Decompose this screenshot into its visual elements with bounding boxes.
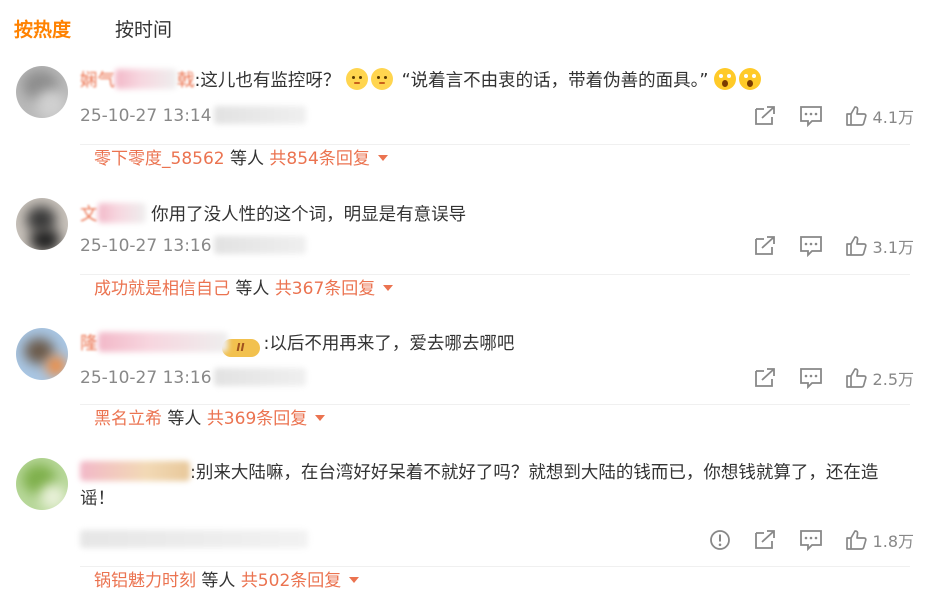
share-button[interactable] bbox=[753, 529, 777, 551]
reply-caret-icon[interactable] bbox=[315, 415, 326, 421]
location-blurred bbox=[213, 236, 306, 254]
share-icon bbox=[754, 530, 775, 549]
report-button[interactable] bbox=[709, 529, 731, 551]
comment-line: 文 你用了没人性的这个词，明显是有意误导 bbox=[80, 202, 466, 228]
view-replies-link[interactable]: 共854条回复 bbox=[269, 149, 369, 169]
tab-by-time[interactable]: 按时间 bbox=[115, 16, 172, 44]
timestamp: 25-10-27 13:14 bbox=[80, 106, 212, 126]
reply-summary: 锅铝魅力时刻 等人 共502条回复 bbox=[80, 566, 910, 591]
comment-meta: 25-10-27 13:16 bbox=[80, 366, 306, 390]
share-icon bbox=[754, 236, 775, 255]
like-icon bbox=[845, 368, 867, 388]
location-blurred bbox=[213, 368, 306, 386]
cat-emoji-icon bbox=[370, 68, 393, 90]
comment-line: 隆 II:以后不用再来了，爱去哪去哪吧 bbox=[80, 331, 514, 357]
like-button[interactable]: 1.8万 bbox=[845, 528, 914, 552]
username[interactable]: 隆 bbox=[80, 332, 228, 354]
view-replies-link[interactable]: 共502条回复 bbox=[241, 571, 341, 591]
comment-meta bbox=[80, 528, 308, 552]
comment-text: :以后不用再来了，爱去哪去哪吧 bbox=[263, 334, 515, 354]
cat-emoji-icon bbox=[345, 68, 368, 90]
comment-text: :别来大陆嘛，在台湾好好呆着不就好了吗？就想到大陆的钱而已，你想钱就算了，还在造… bbox=[80, 463, 879, 509]
comment-button[interactable] bbox=[799, 235, 823, 257]
reply-caret-icon[interactable] bbox=[377, 155, 388, 161]
comment-actions: 3.1万 bbox=[731, 233, 914, 259]
location-blurred bbox=[213, 106, 306, 124]
avatar[interactable] bbox=[16, 66, 68, 118]
sort-tabs: 按热度 按时间 bbox=[14, 16, 216, 44]
view-replies-link[interactable]: 共367条回复 bbox=[275, 279, 375, 299]
like-button[interactable]: 2.5万 bbox=[845, 366, 914, 390]
comment-line: :别来大陆嘛，在台湾好好呆着不就好了吗？就想到大陆的钱而已，你想钱就算了，还在造… bbox=[80, 460, 910, 512]
username[interactable]: 娴气戟 bbox=[80, 69, 195, 91]
comment-icon bbox=[799, 236, 822, 257]
scream-emoji-icon bbox=[714, 68, 737, 90]
view-replies-link[interactable]: 共369条回复 bbox=[207, 409, 307, 429]
avatar[interactable] bbox=[16, 458, 68, 510]
comment-actions: 4.1万 bbox=[731, 103, 914, 129]
like-count: 2.5万 bbox=[872, 370, 914, 389]
like-button[interactable]: 3.1万 bbox=[845, 234, 914, 258]
comment-quote: “说着言不由衷的话，带着伪善的面具。” bbox=[401, 71, 709, 91]
like-icon bbox=[845, 236, 867, 256]
username[interactable]: 文 bbox=[80, 203, 146, 225]
share-button[interactable] bbox=[753, 235, 777, 257]
username[interactable] bbox=[80, 461, 190, 483]
avatar[interactable] bbox=[16, 198, 68, 250]
comment-text: :这儿也有监控呀？ bbox=[194, 71, 341, 91]
comment-actions: 2.5万 bbox=[731, 365, 914, 391]
reply-user[interactable]: 黑名立希 bbox=[94, 409, 162, 429]
timestamp-blurred bbox=[80, 530, 308, 548]
like-count: 3.1万 bbox=[872, 238, 914, 257]
share-icon bbox=[754, 106, 775, 125]
timestamp: 25-10-27 13:16 bbox=[80, 368, 212, 388]
like-count: 4.1万 bbox=[872, 108, 914, 127]
like-button[interactable]: 4.1万 bbox=[845, 104, 914, 128]
avatar[interactable] bbox=[16, 328, 68, 380]
comment-button[interactable] bbox=[799, 367, 823, 389]
reply-summary: 零下零度_58562 等人 共854条回复 bbox=[80, 144, 910, 169]
comment-icon bbox=[799, 530, 822, 551]
comment-button[interactable] bbox=[799, 105, 823, 127]
reply-summary: 成功就是相信自己 等人 共367条回复 bbox=[80, 274, 910, 299]
comment-actions: 1.8万 bbox=[687, 527, 914, 553]
comment-icon bbox=[799, 106, 822, 127]
comment-meta: 25-10-27 13:16 bbox=[80, 234, 306, 258]
comment-button[interactable] bbox=[799, 529, 823, 551]
comment-text: 你用了没人性的这个词，明显是有意误导 bbox=[151, 205, 467, 225]
like-count: 1.8万 bbox=[872, 532, 914, 551]
like-icon bbox=[845, 106, 867, 126]
report-icon bbox=[709, 530, 730, 550]
reply-user[interactable]: 零下零度_58562 bbox=[94, 149, 225, 169]
share-icon bbox=[754, 368, 775, 387]
reply-user[interactable]: 成功就是相信自己 bbox=[94, 279, 230, 299]
comment-line: 娴气 戟:这儿也有监控呀？ “说着言不由衷的话，带着伪善的面具。” bbox=[80, 68, 764, 94]
comment-icon bbox=[799, 368, 822, 389]
comment-meta: 25-10-27 13:14 bbox=[80, 104, 306, 128]
share-button[interactable] bbox=[753, 367, 777, 389]
like-icon bbox=[845, 530, 867, 550]
reply-summary: 黑名立希 等人 共369条回复 bbox=[80, 404, 910, 429]
share-button[interactable] bbox=[753, 105, 777, 127]
reply-caret-icon[interactable] bbox=[383, 285, 394, 291]
timestamp: 25-10-27 13:16 bbox=[80, 236, 212, 256]
reply-caret-icon[interactable] bbox=[349, 577, 360, 583]
tab-by-hot[interactable]: 按热度 bbox=[14, 16, 71, 44]
reply-user[interactable]: 锅铝魅力时刻 bbox=[94, 571, 196, 591]
scream-emoji-icon bbox=[739, 68, 762, 90]
